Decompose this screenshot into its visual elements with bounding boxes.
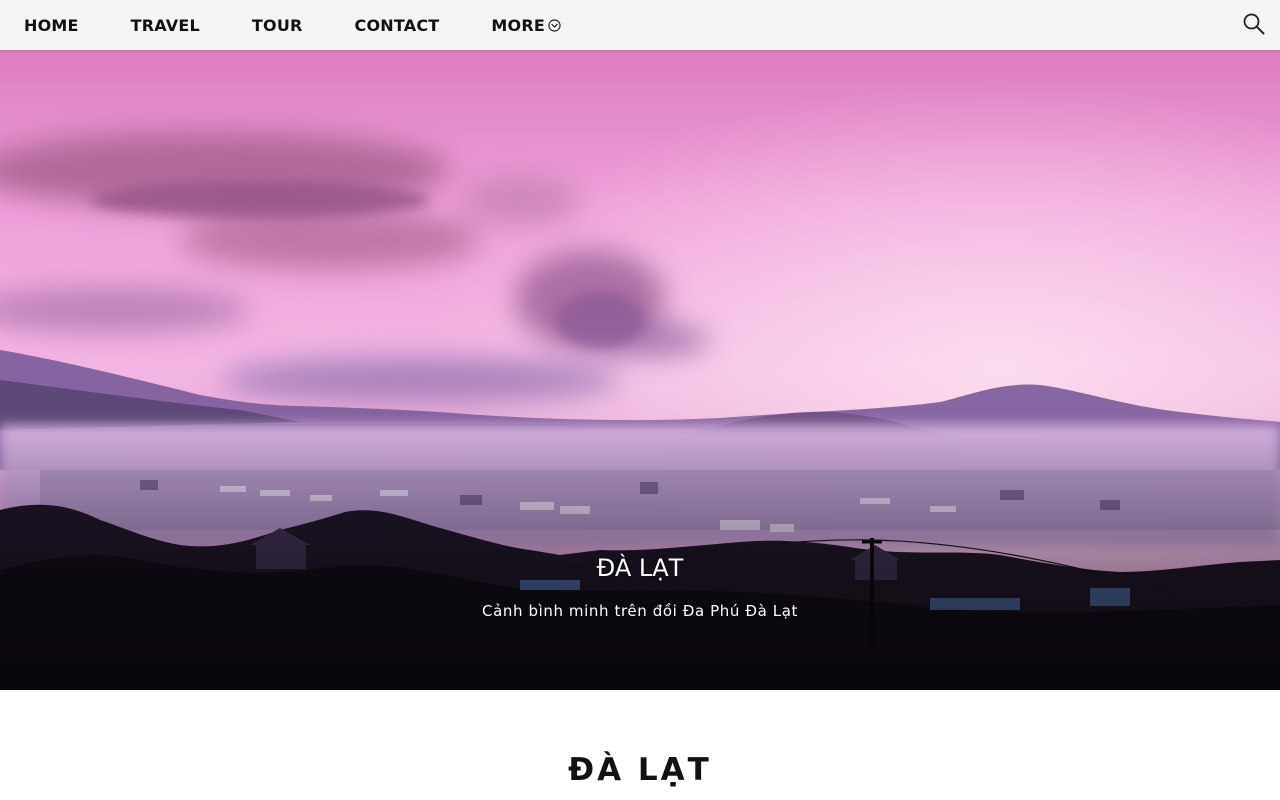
nav-item-label: MORE [491, 15, 545, 35]
top-navigation-bar: HOME TRAVEL TOUR CONTACT MORE [0, 0, 1280, 50]
nav-item-label: TOUR [251, 15, 303, 35]
hero-landscape-image [0, 50, 1280, 690]
nav-item-home[interactable]: HOME [24, 16, 79, 35]
nav-item-label: HOME [24, 15, 79, 35]
nav-item-tour[interactable]: TOUR [252, 16, 303, 35]
page-title: ĐÀ LẠT [568, 752, 712, 788]
chevron-down-circle-icon [548, 19, 561, 32]
hero-title: ĐÀ LẠT [596, 554, 684, 582]
nav-item-more[interactable]: MORE [491, 16, 561, 35]
nav-item-label: TRAVEL [130, 15, 200, 35]
nav-item-contact[interactable]: CONTACT [355, 16, 440, 35]
search-icon[interactable] [1242, 12, 1266, 36]
hero-banner: ĐÀ LẠT Cảnh bình minh trên đồi Đa Phú Đà… [0, 50, 1280, 690]
hero-subtitle: Cảnh bình minh trên đồi Đa Phú Đà Lạt [482, 602, 798, 620]
nav-item-travel[interactable]: TRAVEL [131, 16, 200, 35]
main-menu: HOME TRAVEL TOUR CONTACT MORE [24, 0, 561, 50]
nav-item-label: CONTACT [354, 15, 440, 35]
